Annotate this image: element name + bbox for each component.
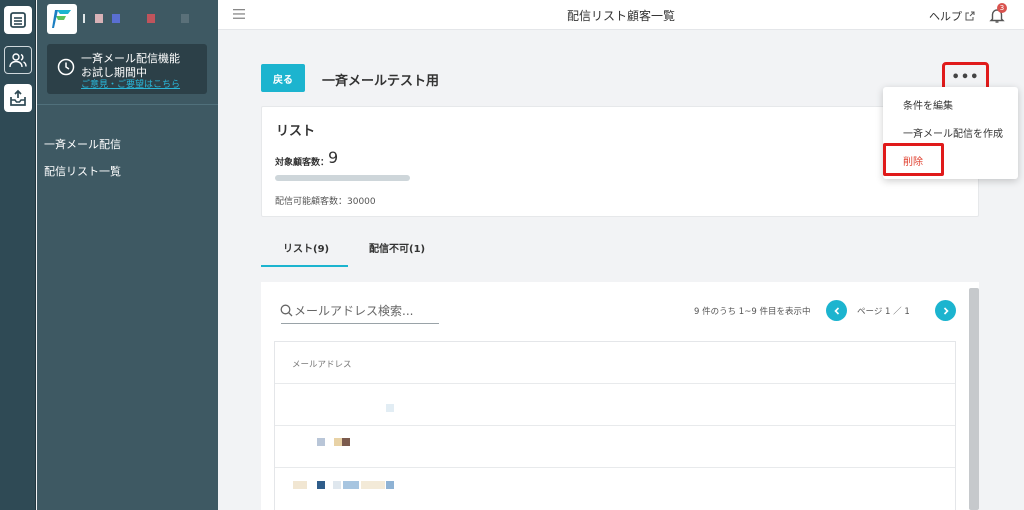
- active-tab-indicator: [261, 265, 348, 267]
- masked-email: [342, 438, 350, 446]
- delete-item[interactable]: 削除: [903, 153, 923, 168]
- masked-email: [317, 481, 325, 489]
- masked-email: [317, 438, 325, 446]
- create-bulk-mail-item[interactable]: 一斉メール配信を作成: [903, 125, 1003, 140]
- list-summary-card: リスト 対象顧客数： 9 配信可能顧客数：30000: [261, 106, 979, 217]
- masked-email: [343, 481, 359, 489]
- feedback-link[interactable]: ご意見・ご要望はこちら: [81, 77, 180, 90]
- help-link[interactable]: ヘルプ: [929, 8, 975, 24]
- card-title: リスト: [276, 124, 316, 139]
- icon-rail: [0, 0, 36, 510]
- clock-icon: [57, 58, 75, 76]
- sidebar-item-bulk-mail[interactable]: 一斉メール配信: [44, 136, 121, 152]
- email-search-input[interactable]: [294, 300, 439, 322]
- prev-page-button[interactable]: [826, 300, 847, 321]
- column-header-email: メールアドレス: [292, 360, 352, 370]
- page-indicator: ページ 1 ／ 1: [857, 307, 910, 317]
- mail-outbox-icon[interactable]: [4, 84, 32, 112]
- users-icon[interactable]: [4, 46, 32, 74]
- sidebar: 一斉メール配信機能 お試し期間中 ご意見・ご要望はこちら 一斉メール配信 配信リ…: [37, 0, 218, 510]
- table-row[interactable]: [275, 384, 955, 425]
- result-range: 9 件のうち 1~9 件目を表示中: [694, 307, 811, 317]
- next-page-button[interactable]: [935, 300, 956, 321]
- target-count-value: 9: [328, 148, 339, 167]
- table-row[interactable]: [275, 468, 955, 509]
- deliverable-count: 配信可能顧客数：30000: [275, 197, 376, 207]
- list-name-heading: 一斉メールテスト用: [322, 74, 440, 89]
- app-logo[interactable]: [47, 4, 77, 34]
- masked-email: [334, 438, 342, 446]
- chevron-right-icon: [943, 306, 949, 315]
- top-bar: 配信リスト顧客一覧 ヘルプ 3: [218, 0, 1024, 30]
- chevron-left-icon: [833, 306, 839, 315]
- target-count-label: 対象顧客数：: [275, 158, 330, 168]
- search-icon: [280, 304, 293, 317]
- page-title: 配信リスト顧客一覧: [566, 9, 675, 23]
- edit-conditions-item[interactable]: 条件を編集: [903, 97, 953, 112]
- notification-badge: 3: [997, 3, 1007, 13]
- options-dropdown: 条件を編集 一斉メール配信を作成 削除: [883, 87, 1018, 179]
- tab-list[interactable]: リスト(9): [283, 240, 329, 255]
- brand-name-masked: [83, 14, 203, 24]
- email-table: メールアドレス: [274, 341, 956, 510]
- back-button[interactable]: 戻る: [261, 64, 305, 92]
- table-scrollbar[interactable]: [969, 288, 979, 510]
- masked-email: [386, 481, 394, 489]
- masked-email: [293, 481, 307, 489]
- sidebar-divider: [37, 104, 218, 105]
- list-menu-icon[interactable]: [4, 6, 32, 34]
- count-progress-bar: [275, 175, 410, 181]
- tab-undeliverable[interactable]: 配信不可(1): [369, 240, 425, 255]
- sidebar-item-delivery-lists[interactable]: 配信リスト一覧: [44, 163, 121, 179]
- masked-email: [333, 481, 341, 489]
- search-underline: [281, 323, 439, 324]
- external-link-icon: [965, 11, 975, 21]
- trial-notice: 一斉メール配信機能 お試し期間中 ご意見・ご要望はこちら: [47, 44, 207, 94]
- masked-email: [361, 481, 385, 489]
- help-label: ヘルプ: [929, 10, 962, 23]
- table-row[interactable]: [275, 426, 955, 467]
- masked-email: [386, 404, 394, 412]
